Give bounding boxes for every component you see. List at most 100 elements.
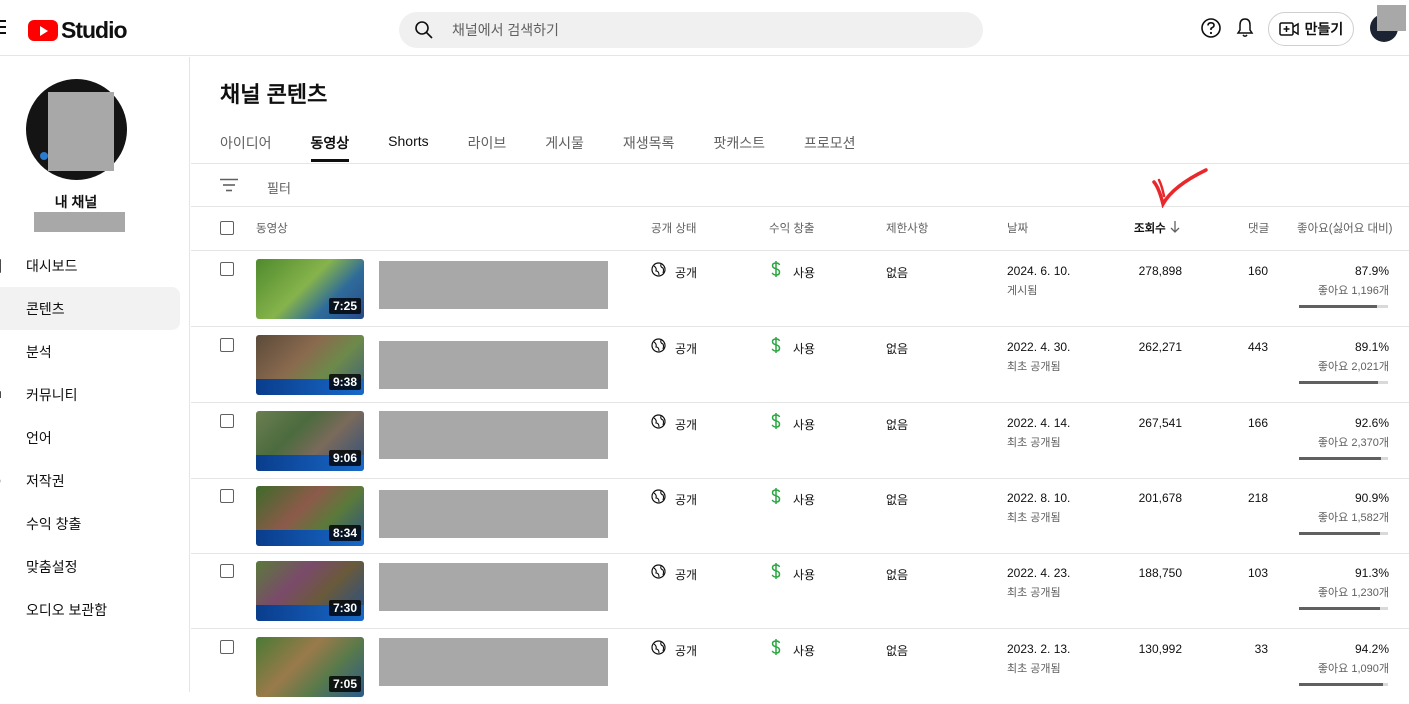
main-content: 채널 콘텐츠 아이디어 동영상 Shorts 라이브 게시물 재생목록 팟캐스트… xyxy=(191,57,1409,697)
column-header-views[interactable]: 조회수 xyxy=(1134,220,1166,236)
views-value: 201,678 xyxy=(1138,491,1182,505)
redacted-video-title[interactable] xyxy=(379,411,608,459)
redacted-video-title[interactable] xyxy=(379,261,608,309)
video-thumbnail[interactable]: 9:06 xyxy=(256,411,364,471)
table-row[interactable]: 7:05 공개 사용 없음 2023. 2. 13. 최초 공개됨 130,99… xyxy=(191,629,1409,704)
notifications-bell-icon[interactable] xyxy=(1235,17,1255,39)
visibility-value[interactable]: 공개 xyxy=(675,642,697,659)
redacted-video-title[interactable] xyxy=(379,563,608,611)
visibility-value[interactable]: 공개 xyxy=(675,340,697,357)
video-thumbnail[interactable]: 7:25 xyxy=(256,259,364,319)
sidebar-item-dashboard[interactable]: 대시보드 xyxy=(0,244,190,287)
redacted-channel-name xyxy=(34,212,125,232)
tab-videos[interactable]: 동영상 xyxy=(310,121,349,163)
filter-icon[interactable] xyxy=(220,178,238,192)
monetization-value[interactable]: 사용 xyxy=(793,491,815,508)
sidebar-item-content[interactable]: 콘텐츠 xyxy=(0,287,180,330)
sidebar-item-monetization[interactable]: 수익 창출 xyxy=(0,502,190,545)
column-header-monetization[interactable]: 수익 창출 xyxy=(769,220,815,236)
comments-value: 33 xyxy=(1254,642,1268,656)
column-header-likes[interactable]: 좋아요(싫어요 대비) xyxy=(1297,220,1393,236)
help-icon[interactable] xyxy=(1200,17,1222,39)
table-row[interactable]: 8:34 공개 사용 없음 2022. 8. 10. 최초 공개됨 201,67… xyxy=(191,478,1409,554)
column-header-comments[interactable]: 댓글 xyxy=(1248,220,1269,236)
monetization-value[interactable]: 사용 xyxy=(793,264,815,281)
sidebar: 내 채널 대시보드 콘텐츠 분석 커뮤니티 언어 저작권 수익 창출 맞춤설정 … xyxy=(0,57,190,692)
search-input[interactable] xyxy=(450,21,954,39)
row-checkbox[interactable] xyxy=(220,262,234,276)
select-all-checkbox[interactable] xyxy=(220,221,234,235)
row-checkbox[interactable] xyxy=(220,338,234,352)
sidebar-item-label: 커뮤니티 xyxy=(26,386,78,403)
sidebar-item-community[interactable]: 커뮤니티 xyxy=(0,373,190,416)
sidebar-item-copyright[interactable]: 저작권 xyxy=(0,459,190,502)
row-checkbox[interactable] xyxy=(220,564,234,578)
visibility-value[interactable]: 공개 xyxy=(675,416,697,433)
globe-icon xyxy=(651,640,666,655)
table-row[interactable]: 9:06 공개 사용 없음 2022. 4. 14. 최초 공개됨 267,54… xyxy=(191,403,1409,479)
dollar-icon xyxy=(771,413,781,429)
redacted-video-title[interactable] xyxy=(379,638,608,686)
sidebar-item-analytics[interactable]: 분석 xyxy=(0,330,190,373)
video-thumbnail[interactable]: 8:34 xyxy=(256,486,364,546)
video-thumbnail[interactable]: 9:38 xyxy=(256,335,364,395)
tab-shorts[interactable]: Shorts xyxy=(388,121,428,163)
video-duration: 9:38 xyxy=(328,374,361,390)
youtube-studio-logo[interactable]: Studio xyxy=(28,17,128,44)
restrictions-value: 없음 xyxy=(886,418,909,432)
dollar-icon xyxy=(771,639,781,655)
sort-descending-arrow-icon[interactable] xyxy=(1170,221,1180,233)
customization-icon xyxy=(0,560,6,574)
visibility-value[interactable]: 공개 xyxy=(675,566,697,583)
row-checkbox[interactable] xyxy=(220,414,234,428)
sidebar-item-customization[interactable]: 맞춤설정 xyxy=(0,545,190,588)
monetization-value[interactable]: 사용 xyxy=(793,416,815,433)
monetization-value[interactable]: 사용 xyxy=(793,642,815,659)
video-duration: 8:34 xyxy=(328,525,361,541)
table-row[interactable]: 7:30 공개 사용 없음 2022. 4. 23. 최초 공개됨 188,75… xyxy=(191,553,1409,629)
dollar-icon xyxy=(771,261,781,277)
table-row[interactable]: 9:38 공개 사용 없음 2022. 4. 30. 최초 공개됨 262,27… xyxy=(191,327,1409,403)
filter-input[interactable]: 필터 xyxy=(267,178,291,197)
like-count: 좋아요 1,230개 xyxy=(1317,587,1389,599)
monetization-value[interactable]: 사용 xyxy=(793,340,815,357)
menu-icon[interactable] xyxy=(0,20,6,34)
redacted-video-title[interactable] xyxy=(379,341,608,389)
visibility-value[interactable]: 공개 xyxy=(675,491,697,508)
create-button[interactable]: 만들기 xyxy=(1268,12,1354,46)
like-percentage: 90.9% xyxy=(1354,491,1389,505)
like-count: 좋아요 1,090개 xyxy=(1317,663,1389,675)
like-ratio-bar xyxy=(1299,305,1388,308)
comments-value: 166 xyxy=(1247,416,1268,430)
video-thumbnail[interactable]: 7:05 xyxy=(256,637,364,697)
column-header-date[interactable]: 날짜 xyxy=(1007,220,1028,236)
avatar-badge-icon xyxy=(40,152,48,160)
visibility-value[interactable]: 공개 xyxy=(675,264,697,281)
column-header-restrictions[interactable]: 제한사항 xyxy=(886,220,928,236)
like-ratio-fill xyxy=(1299,381,1379,384)
tab-podcasts[interactable]: 팟캐스트 xyxy=(713,121,765,163)
row-checkbox[interactable] xyxy=(220,489,234,503)
sidebar-item-subtitles[interactable]: 언어 xyxy=(0,416,190,459)
date-value: 2022. 4. 23. xyxy=(1007,566,1071,580)
tab-playlists[interactable]: 재생목록 xyxy=(623,121,675,163)
table-row[interactable]: 7:25 공개 사용 없음 2024. 6. 10. 게시됨 278,898 1… xyxy=(191,251,1409,327)
tab-promotions[interactable]: 프로모션 xyxy=(804,121,856,163)
row-checkbox[interactable] xyxy=(220,640,234,654)
date-status: 최초 공개됨 xyxy=(1007,587,1061,599)
comments-value: 160 xyxy=(1247,264,1268,278)
tab-live[interactable]: 라이브 xyxy=(468,121,507,163)
views-value: 262,271 xyxy=(1138,340,1182,354)
tab-ideas[interactable]: 아이디어 xyxy=(220,121,272,163)
globe-icon xyxy=(651,414,666,429)
monetization-value[interactable]: 사용 xyxy=(793,566,815,583)
video-thumbnail[interactable]: 7:30 xyxy=(256,561,364,621)
copyright-icon xyxy=(0,478,1,483)
create-label: 만들기 xyxy=(1304,21,1344,37)
redacted-video-title[interactable] xyxy=(379,490,608,538)
tab-posts[interactable]: 게시물 xyxy=(545,121,584,163)
column-header-visibility[interactable]: 공개 상태 xyxy=(651,220,697,236)
sidebar-item-audio-library[interactable]: 오디오 보관함 xyxy=(0,588,190,631)
search-bar[interactable] xyxy=(399,12,983,48)
date-value: 2022. 4. 14. xyxy=(1007,416,1071,430)
